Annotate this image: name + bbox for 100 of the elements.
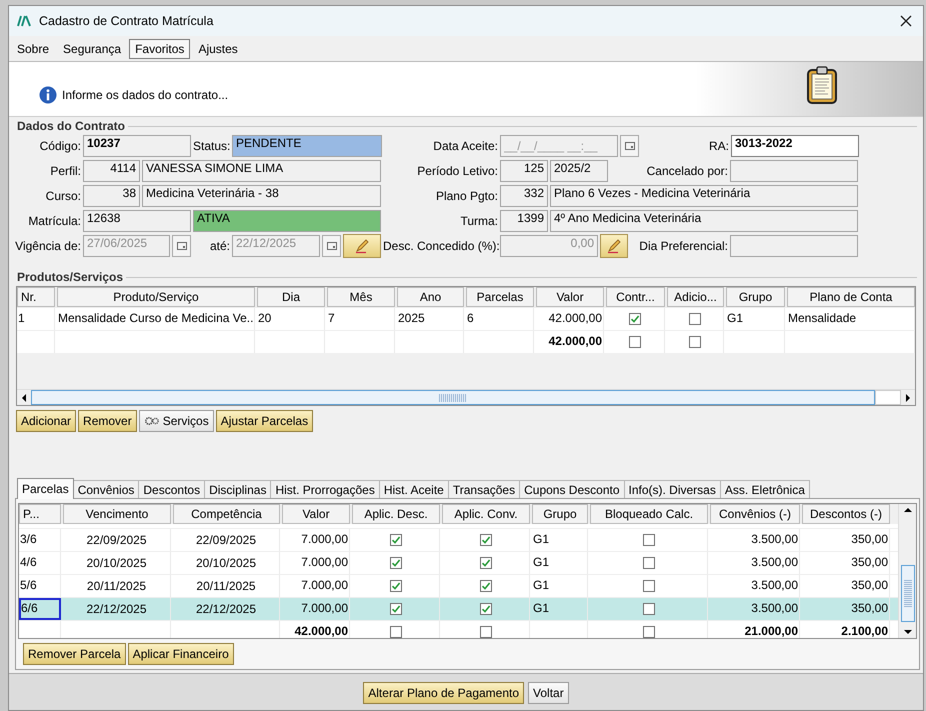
column-header[interactable]: Descontos (-) — [802, 504, 890, 524]
field-label: até: — [208, 238, 230, 255]
action-button[interactable]: Adicionar — [16, 410, 76, 432]
checkbox[interactable] — [642, 534, 654, 546]
checkbox[interactable] — [390, 557, 402, 569]
tab[interactable]: Ass. Eletrônica — [720, 480, 810, 498]
column-header[interactable]: Dia — [257, 287, 325, 307]
checkbox[interactable] — [390, 534, 402, 546]
text-field[interactable]: 2025/2 — [550, 160, 608, 182]
checkbox[interactable] — [480, 580, 492, 592]
column-header[interactable]: Aplic. Desc. — [352, 504, 440, 524]
field-label: Código: — [38, 138, 81, 155]
column-header[interactable]: Ano — [397, 287, 464, 307]
column-header[interactable]: Vencimento — [63, 504, 171, 524]
date-field[interactable]: __/__/____ __:__ — [500, 135, 618, 157]
app-logo-icon — [17, 15, 31, 27]
checkbox[interactable] — [642, 557, 654, 569]
text-field[interactable]: Plano 6 Vezes - Medicina Veterinária — [550, 185, 858, 207]
edit-button[interactable] — [343, 234, 381, 258]
total-cell: 42.000,00 — [282, 621, 350, 638]
column-header[interactable]: Aplic. Conv. — [442, 504, 530, 524]
action-button[interactable]: Remover — [78, 410, 137, 432]
text-field[interactable]: 3013-2022 — [731, 135, 859, 157]
code-field[interactable]: 332 — [500, 185, 548, 207]
checkbox[interactable] — [390, 626, 402, 638]
checkbox[interactable] — [642, 603, 654, 615]
column-header[interactable]: Grupo — [532, 504, 588, 524]
checkbox[interactable] — [689, 336, 701, 348]
tab[interactable]: Cupons Desconto — [519, 480, 624, 498]
text-field[interactable] — [730, 235, 858, 257]
column-header[interactable]: Valor — [536, 287, 604, 307]
action-button[interactable]: Remover Parcela — [23, 643, 126, 665]
calendar-icon — [326, 242, 336, 250]
checkbox[interactable] — [642, 626, 654, 638]
code-field[interactable]: 125 — [500, 160, 548, 182]
tab[interactable]: Disciplinas — [204, 480, 272, 498]
text-field[interactable]: 4º Ano Medicina Veterinária — [550, 210, 858, 232]
services-button[interactable]: Serviços — [138, 410, 214, 432]
checkbox[interactable] — [480, 557, 492, 569]
text-field[interactable] — [730, 160, 858, 182]
menu-item[interactable]: Sobre — [11, 38, 56, 58]
calendar-button[interactable] — [620, 135, 639, 157]
column-header[interactable]: Contr... — [606, 287, 665, 307]
calendar-button[interactable] — [172, 235, 191, 257]
total-cell: 21.000,00 — [710, 621, 800, 638]
column-header[interactable]: Adicio... — [667, 287, 724, 307]
menu-item[interactable]: Ajustes — [192, 38, 244, 58]
calendar-button[interactable] — [322, 235, 341, 257]
column-header[interactable]: Bloqueado Calc. — [590, 504, 708, 524]
pencil-icon — [354, 238, 370, 254]
field-label: Turma: — [459, 213, 498, 230]
info-message: Informe os dados do contrato... — [62, 88, 230, 102]
action-button[interactable]: Voltar — [528, 682, 569, 704]
edit-button[interactable] — [600, 234, 628, 258]
checkbox[interactable] — [629, 336, 641, 348]
action-button[interactable]: Alterar Plano de Pagamento — [363, 682, 524, 704]
status-field[interactable]: PENDENTE — [232, 135, 382, 157]
status-field[interactable]: ATIVA — [193, 210, 381, 232]
gear-icon — [144, 416, 160, 426]
text-field[interactable]: 12638 — [83, 210, 191, 232]
checkbox[interactable] — [629, 313, 641, 325]
checkbox[interactable] — [642, 580, 654, 592]
text-field[interactable]: 10237 — [83, 135, 191, 157]
calendar-icon — [176, 242, 186, 250]
checkbox[interactable] — [390, 580, 402, 592]
column-header[interactable]: Produto/Serviço — [57, 287, 255, 307]
tab[interactable]: Parcelas — [17, 478, 74, 499]
column-header[interactable]: Parcelas — [466, 287, 534, 307]
menu-item[interactable]: Favoritos — [129, 38, 190, 58]
column-header[interactable]: P... — [19, 504, 61, 524]
field-label: Curso: — [44, 188, 81, 205]
code-field[interactable]: 1399 — [500, 210, 548, 232]
menu-item[interactable]: Segurança — [57, 38, 128, 58]
text-field[interactable]: VANESSA SIMONE LIMA — [142, 160, 381, 182]
vertical-scrollbar[interactable] — [898, 504, 916, 638]
checkbox[interactable] — [390, 603, 402, 615]
pencil-icon — [606, 238, 622, 254]
checkbox[interactable] — [480, 603, 492, 615]
field-label: Período Letivo: — [416, 163, 498, 180]
column-header[interactable]: Nr. — [17, 287, 55, 307]
code-field[interactable]: 38 — [83, 185, 140, 207]
tab[interactable]: Info(s). Diversas — [624, 480, 721, 498]
column-header[interactable]: Grupo — [726, 287, 785, 307]
checkbox[interactable] — [480, 534, 492, 546]
text-field[interactable]: Medicina Veterinária - 38 — [142, 185, 381, 207]
code-field[interactable]: 4114 — [83, 160, 140, 182]
column-header[interactable]: Plano de Conta — [787, 287, 915, 307]
tab[interactable]: Transações — [448, 480, 520, 498]
action-button[interactable]: Aplicar Financeiro — [128, 643, 234, 665]
column-header[interactable]: Convênios (-) — [710, 504, 800, 524]
scroll-thumb[interactable] — [900, 564, 914, 622]
action-button[interactable]: Ajustar Parcelas — [216, 410, 314, 432]
column-header[interactable]: Competência — [173, 504, 280, 524]
field-label: Desc. Concedido (%): — [383, 238, 498, 255]
column-header[interactable]: Mês — [327, 287, 395, 307]
tab[interactable]: Hist. Prorrogações — [270, 480, 380, 498]
info-icon — [39, 86, 57, 104]
checkbox[interactable] — [480, 626, 492, 638]
column-header[interactable]: Valor — [282, 504, 350, 524]
checkbox[interactable] — [689, 313, 701, 325]
